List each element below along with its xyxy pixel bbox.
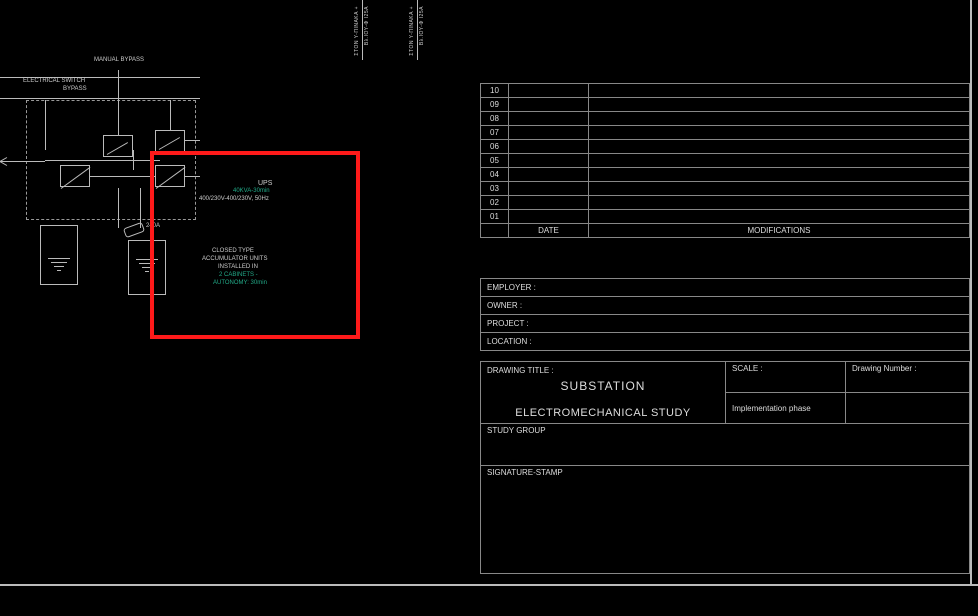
- scale-label: SCALE :: [732, 364, 763, 373]
- vtext-1b: Βλ.ΙΟΥ-Φ Ι25Α: [364, 6, 370, 45]
- drawing-title-1: SUBSTATION: [487, 379, 719, 393]
- wire: [170, 100, 171, 130]
- wire: [185, 140, 200, 141]
- location-label: LOCATION :: [487, 337, 532, 346]
- wire: [90, 176, 155, 177]
- rectifier-1: [60, 165, 90, 187]
- ground-1: [48, 255, 70, 274]
- owner-label: OWNER :: [487, 301, 522, 310]
- revision-row: 01: [481, 210, 970, 224]
- revision-row: 10: [481, 84, 970, 98]
- rev-header-mods: MODIFICATIONS: [589, 224, 970, 238]
- highlight-rect: [150, 151, 360, 339]
- signature-label: SIGNATURE-STAMP: [487, 468, 563, 477]
- vtext-2b: Βλ.ΙΟΥ-Φ Ι25Α: [419, 6, 425, 45]
- switch-1: [103, 135, 133, 157]
- rev-header-date: DATE: [509, 224, 589, 238]
- revision-row: 04: [481, 168, 970, 182]
- label-manual-bypass: MANUAL BYPASS: [94, 57, 144, 63]
- wire: [45, 160, 160, 161]
- drawing-title-label: DRAWING TITLE :: [487, 366, 719, 375]
- wire: [417, 0, 418, 60]
- drawing-number-label: Drawing Number :: [852, 364, 916, 373]
- revision-row: 02: [481, 196, 970, 210]
- revision-table: 10090807060504030201 DATE MODIFICATIONS: [480, 83, 970, 238]
- label-electrical-switch: ELECTRICAL SWITCH: [23, 78, 85, 84]
- vtext-2a: ΣΤΟΝ Υ-ΠΙΝΑΚΑ +: [409, 6, 415, 56]
- drawing-title-block: DRAWING TITLE : SUBSTATION ELECTROMECHAN…: [480, 361, 970, 574]
- revision-row: 08: [481, 112, 970, 126]
- revision-row: 06: [481, 140, 970, 154]
- wire: [133, 150, 134, 170]
- wire: [45, 100, 46, 150]
- wire: [118, 70, 119, 135]
- wire: [118, 188, 119, 228]
- revision-row: 07: [481, 126, 970, 140]
- info-table: EMPLOYER : OWNER : PROJECT : LOCATION :: [480, 278, 970, 351]
- wire: [0, 161, 45, 162]
- phase-cell: Implementation phase: [726, 393, 846, 424]
- drawing-title-2: ELECTROMECHANICAL STUDY: [487, 407, 719, 419]
- revision-row: 09: [481, 98, 970, 112]
- vtext-1a: ΣΤΟΝ Υ-ΠΙΝΑΚΑ +: [354, 6, 360, 56]
- fuse: [123, 222, 145, 238]
- wire: [0, 98, 200, 99]
- switch-2: [155, 130, 185, 152]
- revision-row: 05: [481, 154, 970, 168]
- employer-label: EMPLOYER :: [487, 283, 536, 292]
- revision-row: 03: [481, 182, 970, 196]
- label-bypass: BYPASS: [63, 86, 87, 92]
- wire: [362, 0, 363, 60]
- project-label: PROJECT :: [487, 319, 529, 328]
- cad-canvas[interactable]: MANUAL BYPASS ELECTRICAL SWITCH BYPASS 2…: [0, 0, 978, 616]
- study-group-label: STUDY GROUP: [487, 426, 546, 435]
